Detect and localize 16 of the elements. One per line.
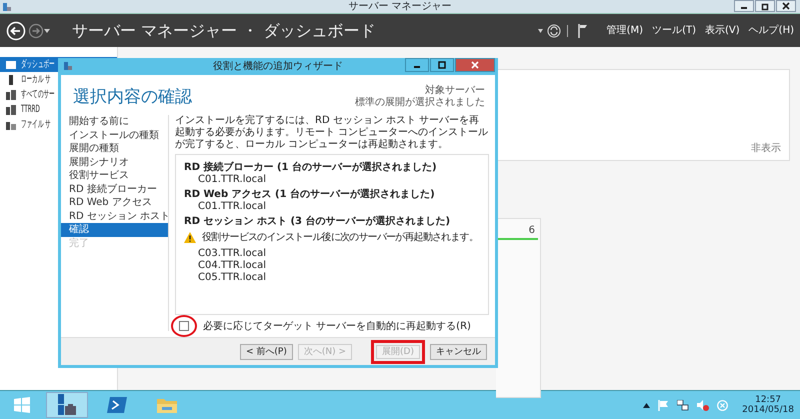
server-name: C01.TTR.local bbox=[197, 201, 267, 213]
warning-text: 役割サービスのインストール後に次のサーバーが再起動されます。 bbox=[202, 230, 478, 244]
section-heading: RD Web アクセス (1 台のサーバーが選択されました) bbox=[184, 188, 436, 201]
dialog-title: 役割と機能の追加ウィザード bbox=[213, 60, 343, 74]
window-title: サーバー マネージャー bbox=[348, 0, 452, 14]
server-name: C05.TTR.local bbox=[197, 272, 267, 284]
breadcrumb-title: サーバー マネージャー ・ ダッシュボード bbox=[72, 20, 376, 42]
section-heading: RD セッション ホスト (3 台のサーバーが選択されました) bbox=[184, 215, 452, 228]
target-server-text: 標準の展開が選択されました bbox=[355, 96, 485, 108]
target-server-text: 対象サーバー bbox=[424, 85, 485, 96]
server-name: C01.TTR.local bbox=[197, 174, 267, 186]
server-name: C03.TTR.local bbox=[197, 248, 267, 260]
server-name: C04.TTR.local bbox=[197, 260, 267, 272]
intro-text: インストールを完了するには、RD セッション ホスト サーバーを再起動する必要があります。リモート コンピューターへのインストールが完了すると、ローカル コンピューターは再起動されます。 bbox=[175, 115, 489, 151]
page-heading: 選択内容の確認 bbox=[73, 86, 192, 109]
section-heading: RD 接続ブローカー (1 台のサーバーが選択されました) bbox=[184, 161, 438, 174]
